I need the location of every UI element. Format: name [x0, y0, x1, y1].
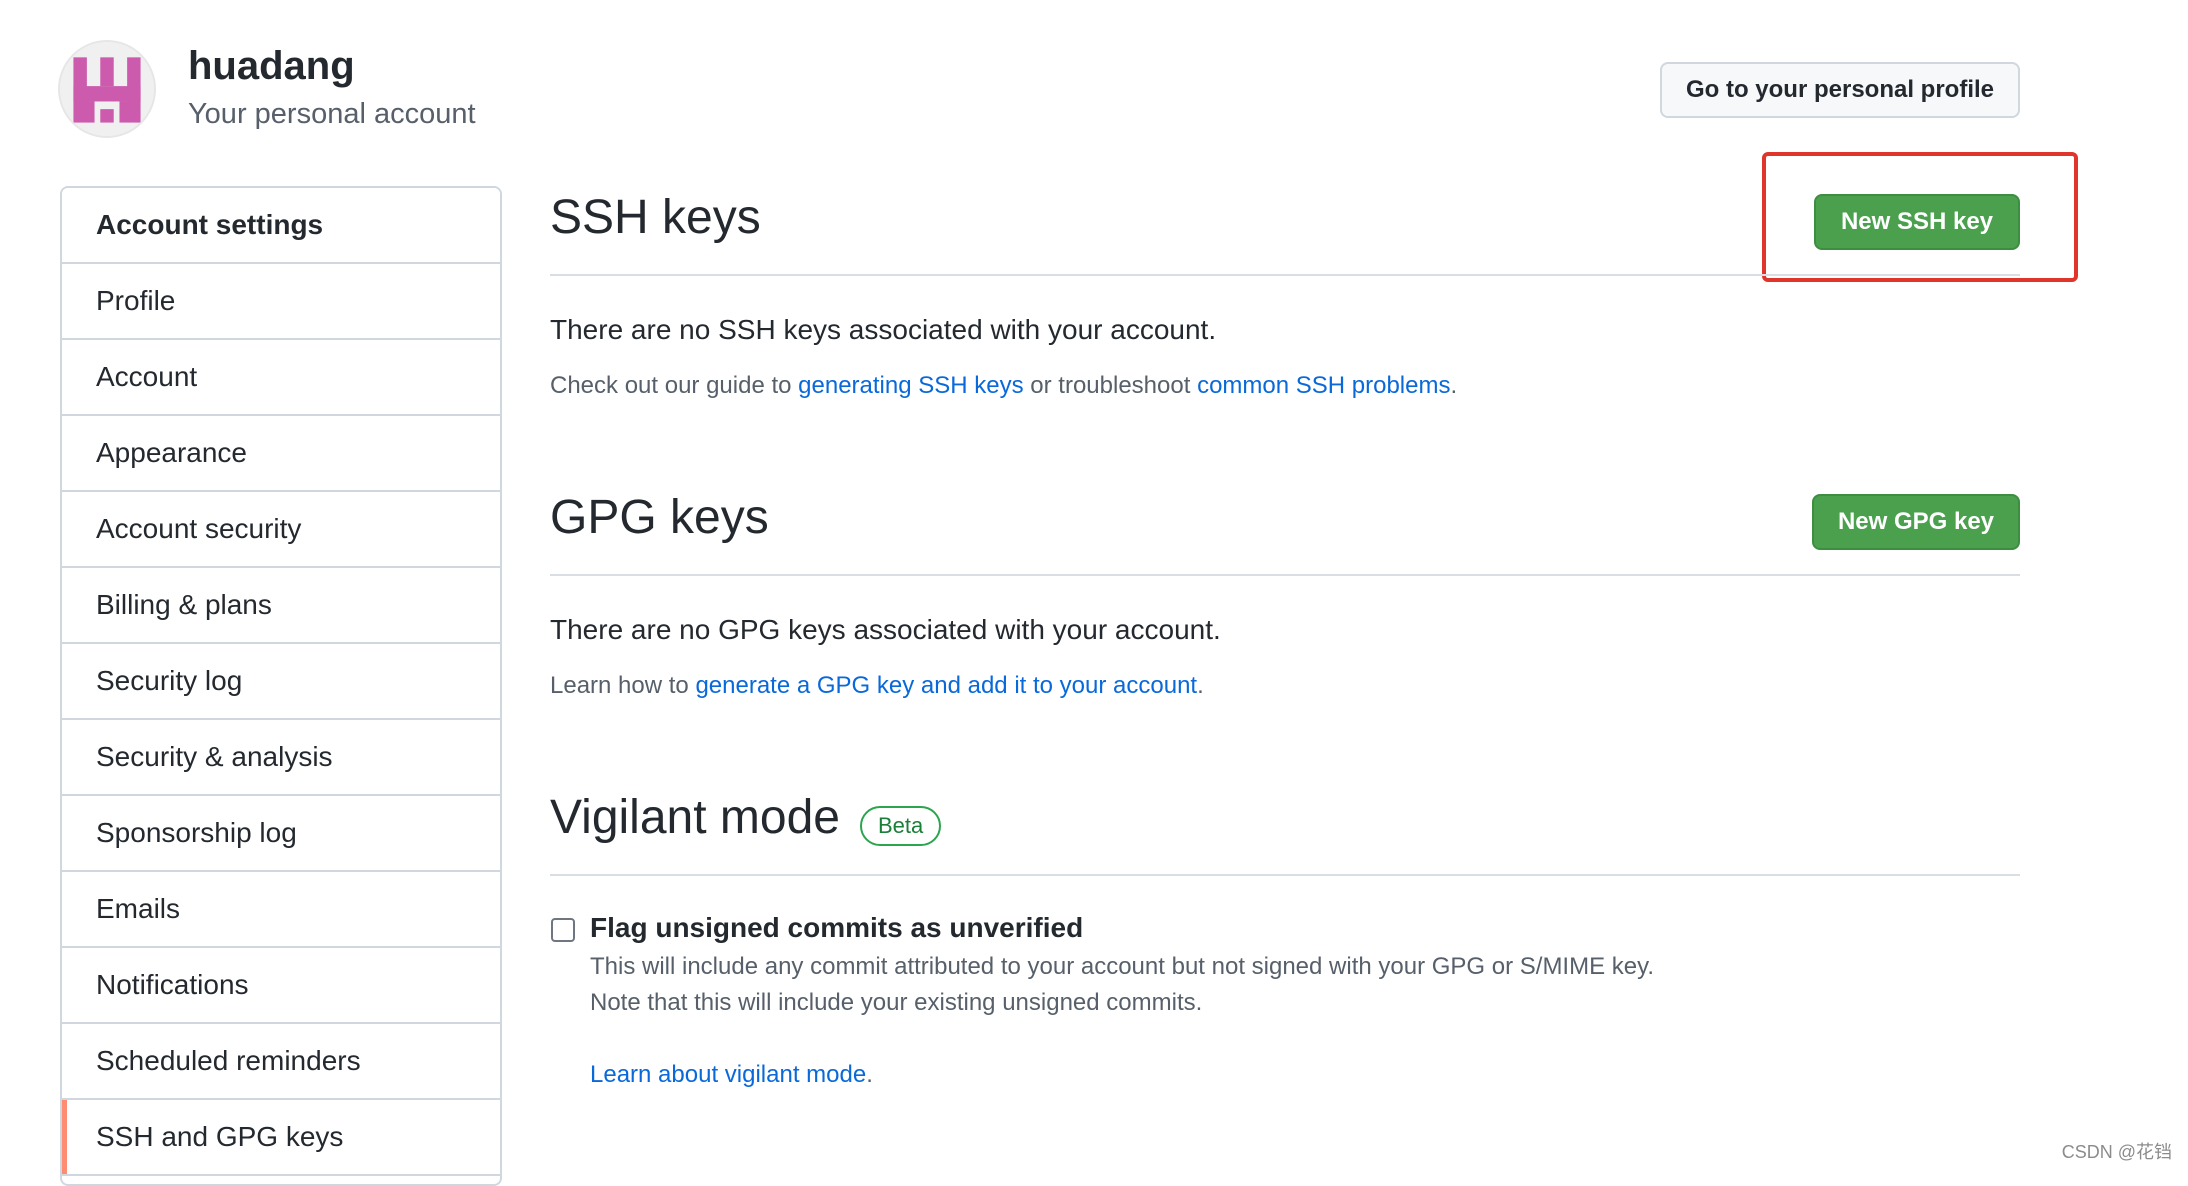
learn-vigilant-mode-link[interactable]: Learn about vigilant mode [590, 1061, 866, 1088]
sidebar-item-billing-plans[interactable]: Billing & plans [62, 568, 500, 644]
gpg-learn-text: Learn how to generate a GPG key and add … [550, 672, 1204, 700]
sidebar-item-account-security[interactable]: Account security [62, 492, 500, 568]
common-ssh-problems-link[interactable]: common SSH problems [1197, 372, 1450, 399]
ssh-empty-message: There are no SSH keys associated with yo… [550, 314, 1217, 345]
ssh-guide-middle: or troubleshoot [1023, 372, 1198, 399]
sidebar-item-account[interactable]: Account [62, 340, 500, 416]
vigilant-learn-suffix: . [866, 1061, 873, 1088]
ssh-guide-prefix: Check out our guide to [550, 372, 799, 399]
csdn-watermark: CSDN @花铛 [2061, 1142, 2172, 1162]
sidebar-item-security-log[interactable]: Security log [62, 644, 500, 720]
sidebar-item-profile[interactable]: Profile [62, 264, 500, 340]
vigilant-description-line2: Note that this will include your existin… [590, 989, 1203, 1016]
vigilant-learn-text: Learn about vigilant mode. [590, 1061, 873, 1089]
flag-unsigned-commits-label[interactable]: Flag unsigned commits as unverified [590, 912, 1083, 944]
settings-sidebar: Account settings Profile Account Appeara… [60, 186, 502, 1186]
new-gpg-key-button[interactable]: New GPG key [1812, 494, 2020, 550]
new-ssh-key-button[interactable]: New SSH key [1814, 194, 2020, 250]
gpg-section-divider [550, 574, 2020, 576]
ssh-guide-suffix: . [1450, 372, 1458, 399]
gpg-learn-suffix: . [1197, 672, 1204, 699]
personal-profile-button[interactable]: Go to your personal profile [1660, 62, 2020, 118]
gpg-keys-heading: GPG keys [550, 491, 769, 544]
ssh-keys-heading: SSH keys [550, 191, 761, 244]
account-subtitle: Your personal account [188, 98, 476, 130]
ssh-guide-text: Check out our guide to generating SSH ke… [550, 372, 1457, 400]
sidebar-item-scheduled-reminders[interactable]: Scheduled reminders [62, 1024, 500, 1100]
gpg-learn-prefix: Learn how to [550, 672, 696, 699]
sidebar-item-appearance[interactable]: Appearance [62, 416, 500, 492]
ssh-section-divider [550, 274, 2020, 276]
vigilant-section-divider [550, 874, 2020, 876]
sidebar-item-security-analysis[interactable]: Security & analysis [62, 720, 500, 796]
gpg-empty-message: There are no GPG keys associated with yo… [550, 614, 1221, 645]
flag-unsigned-commits-checkbox[interactable] [551, 918, 575, 942]
generating-ssh-keys-link[interactable]: generating SSH keys [798, 372, 1023, 399]
vigilant-description-line1: This will include any commit attributed … [590, 953, 1655, 980]
sidebar-item-notifications[interactable]: Notifications [62, 948, 500, 1024]
sidebar-heading: Account settings [62, 188, 500, 264]
sidebar-item-emails[interactable]: Emails [62, 872, 500, 948]
sidebar-item-sponsorship-log[interactable]: Sponsorship log [62, 796, 500, 872]
vigilant-mode-heading: Vigilant mode [550, 791, 840, 844]
identicon-image [60, 42, 154, 136]
beta-badge: Beta [860, 806, 942, 846]
generate-gpg-key-link[interactable]: generate a GPG key and add it to your ac… [695, 672, 1197, 699]
account-username: huadang [188, 44, 355, 88]
avatar[interactable] [58, 40, 156, 138]
sidebar-item-ssh-gpg-keys[interactable]: SSH and GPG keys [62, 1100, 500, 1176]
